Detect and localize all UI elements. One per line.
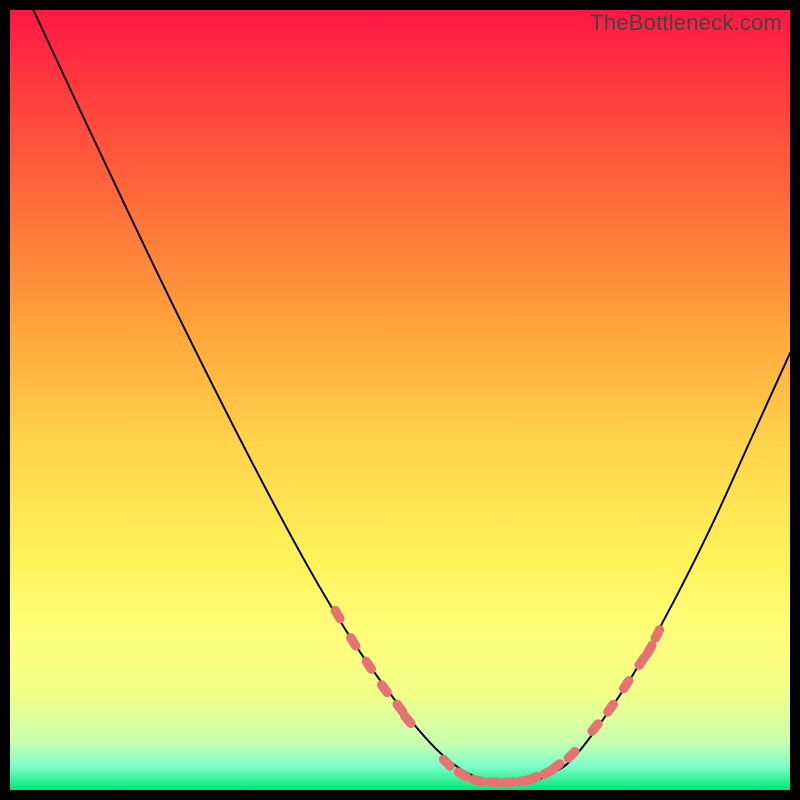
curve-marker bbox=[437, 753, 457, 773]
bottleneck-curve bbox=[33, 10, 790, 783]
plot-area: TheBottleneck.com bbox=[10, 10, 790, 790]
curve-marker bbox=[344, 631, 362, 652]
curve-layer bbox=[10, 10, 790, 790]
marker-group bbox=[329, 604, 666, 787]
chart-container: TheBottleneck.com bbox=[0, 0, 800, 800]
curve-marker bbox=[562, 745, 582, 765]
curve-marker bbox=[617, 674, 635, 695]
